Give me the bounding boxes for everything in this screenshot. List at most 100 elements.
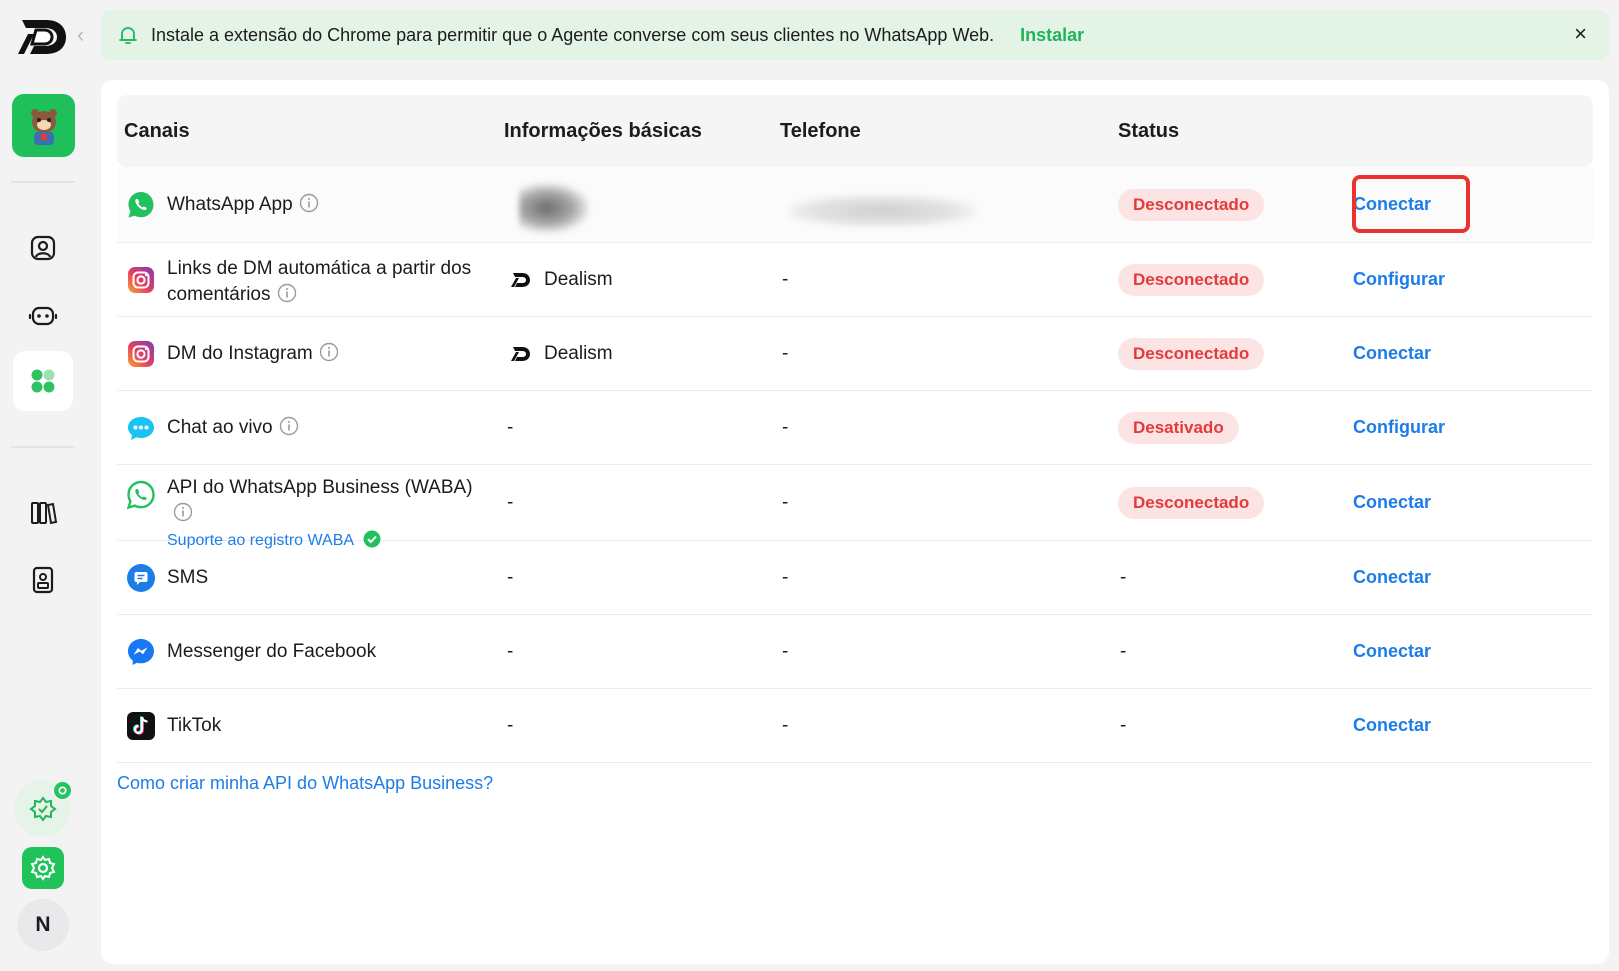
- channel-name: SMS: [167, 566, 209, 588]
- status-badge: Desconectado: [1118, 188, 1265, 221]
- refresh-icon: [58, 786, 67, 795]
- channel-cell: TikTok: [117, 689, 497, 762]
- connect-messenger-button[interactable]: Conectar: [1353, 641, 1431, 662]
- sidebar-item-library[interactable]: [13, 483, 73, 543]
- close-icon[interactable]: ×: [1574, 23, 1587, 45]
- connect-sms-button[interactable]: Conectar: [1353, 567, 1431, 588]
- table-row: Messenger do Facebook - - - Conectar: [117, 615, 1593, 689]
- sidebar-item-contacts[interactable]: [13, 218, 73, 278]
- info-icon[interactable]: [277, 283, 297, 303]
- phone-cell: -: [782, 491, 789, 513]
- blurred-profile-image: [519, 183, 589, 233]
- workspace-avatar[interactable]: [12, 94, 75, 157]
- table-header: Canais Informações básicas Telefone Stat…: [117, 95, 1593, 167]
- sidebar-divider: [11, 181, 75, 183]
- channel-cell: SMS: [117, 541, 497, 614]
- channels-panel: Canais Informações básicas Telefone Stat…: [101, 80, 1609, 964]
- status-cell: Desconectado: [1118, 317, 1265, 390]
- status-badge: Desconectado: [1118, 486, 1265, 519]
- connect-tiktok-button[interactable]: Conectar: [1353, 715, 1431, 736]
- channel-name: Links de DM automática a partir dos come…: [167, 258, 472, 305]
- phone-cell: -: [782, 268, 789, 290]
- status-text: -: [1120, 566, 1127, 588]
- channel-cell: Chat ao vivo: [117, 391, 497, 464]
- channel-cell: DM do Instagram: [117, 317, 497, 390]
- whatsapp-icon: [128, 191, 154, 217]
- action-cell: Configurar: [1353, 391, 1445, 464]
- user-avatar[interactable]: N: [17, 899, 69, 951]
- chrome-extension-banner: Instale a extensão do Chrome para permit…: [101, 10, 1609, 60]
- phone-cell: -: [782, 566, 789, 588]
- action-cell: Conectar: [1353, 465, 1431, 540]
- configure-live-chat-button[interactable]: Configurar: [1353, 417, 1445, 438]
- sidebar-item-channels[interactable]: [13, 351, 73, 411]
- channel-name: TikTok: [167, 714, 222, 736]
- badge-star-icon: [28, 795, 57, 822]
- basic-info-cell: Dealism: [510, 243, 613, 316]
- blurred-phone-number: [789, 195, 975, 227]
- header-channels: Canais: [124, 120, 190, 142]
- phone-cell: -: [782, 714, 789, 736]
- channels-icon: [31, 369, 55, 393]
- phone-book-icon: [32, 566, 54, 594]
- action-cell: Conectar: [1353, 541, 1431, 614]
- phone-cell: -: [782, 416, 789, 438]
- status-badge: Desativado: [1118, 411, 1239, 444]
- action-cell: Conectar: [1353, 615, 1431, 688]
- status-badge: Desconectado: [1118, 337, 1265, 370]
- instagram-icon: [128, 340, 154, 367]
- status-cell: Desconectado: [1118, 243, 1265, 316]
- channel-cell: Links de DM automática a partir dos come…: [117, 243, 497, 316]
- sidebar-item-phonebook[interactable]: [13, 550, 73, 610]
- gear-icon: [30, 855, 56, 881]
- install-extension-link[interactable]: Instalar: [1020, 25, 1084, 46]
- collapse-sidebar-icon[interactable]: ‹: [77, 24, 84, 46]
- basic-info-cell: -: [507, 566, 514, 588]
- status-cell: Desativado: [1118, 391, 1239, 464]
- settings-button[interactable]: [22, 847, 64, 889]
- action-cell: Configurar: [1353, 243, 1445, 316]
- basic-info-cell: Dealism: [510, 317, 613, 390]
- info-icon[interactable]: [319, 342, 339, 362]
- table-row: SMS - - - Conectar: [117, 541, 1593, 615]
- phone-cell: -: [782, 342, 789, 364]
- bot-icon: [28, 306, 58, 326]
- basic-info-cell: -: [507, 416, 514, 438]
- sidebar: ‹ N: [0, 0, 86, 971]
- connect-instagram-dm-button[interactable]: Conectar: [1353, 343, 1431, 364]
- status-cell: Desconectado: [1118, 465, 1265, 540]
- info-icon[interactable]: [173, 502, 193, 522]
- table-row: WhatsApp App Desconectado Conectar: [117, 167, 1593, 243]
- basic-info-cell: -: [507, 640, 514, 662]
- dealism-logo-icon: [511, 346, 530, 361]
- info-icon[interactable]: [279, 416, 299, 436]
- banner-message: Instale a extensão do Chrome para permit…: [151, 24, 995, 45]
- whatsapp-business-api-help-link[interactable]: Como criar minha API do WhatsApp Busines…: [117, 773, 493, 794]
- table-row: API do WhatsApp Business (WABA) Suporte …: [117, 465, 1593, 549]
- channel-cell: WhatsApp App: [117, 167, 497, 242]
- dealism-logo[interactable]: [16, 14, 70, 60]
- channel-cell: Messenger do Facebook: [117, 615, 497, 688]
- status-badge: Desconectado: [1118, 263, 1265, 296]
- status-text: -: [1120, 640, 1127, 662]
- phone-cell: -: [782, 640, 789, 662]
- tiktok-icon: [127, 711, 155, 740]
- channel-cell: API do WhatsApp Business (WABA) Suporte …: [117, 465, 497, 549]
- header-status: Status: [1118, 120, 1180, 142]
- table-row: Links de DM automática a partir dos come…: [117, 243, 1593, 317]
- table-row: TikTok - - - Conectar: [117, 689, 1593, 763]
- header-phone: Telefone: [780, 120, 861, 142]
- connect-waba-button[interactable]: Conectar: [1353, 492, 1431, 513]
- live-chat-icon: [128, 416, 154, 440]
- info-icon[interactable]: [299, 193, 319, 213]
- table-row: DM do Instagram Dealism - Desconectado C…: [117, 317, 1593, 391]
- basic-info-name: Dealism: [544, 268, 613, 290]
- status-cell: Desconectado: [1118, 167, 1265, 242]
- table-row: Chat ao vivo - - Desativado Configurar: [117, 391, 1593, 465]
- sidebar-item-agents[interactable]: [13, 285, 73, 345]
- dealism-logo-icon: [511, 272, 530, 287]
- status-cell: -: [1120, 615, 1126, 688]
- configure-dm-links-button[interactable]: Configurar: [1353, 269, 1445, 290]
- basic-info-cell: -: [507, 714, 514, 736]
- whatsapp-business-icon: [126, 480, 155, 510]
